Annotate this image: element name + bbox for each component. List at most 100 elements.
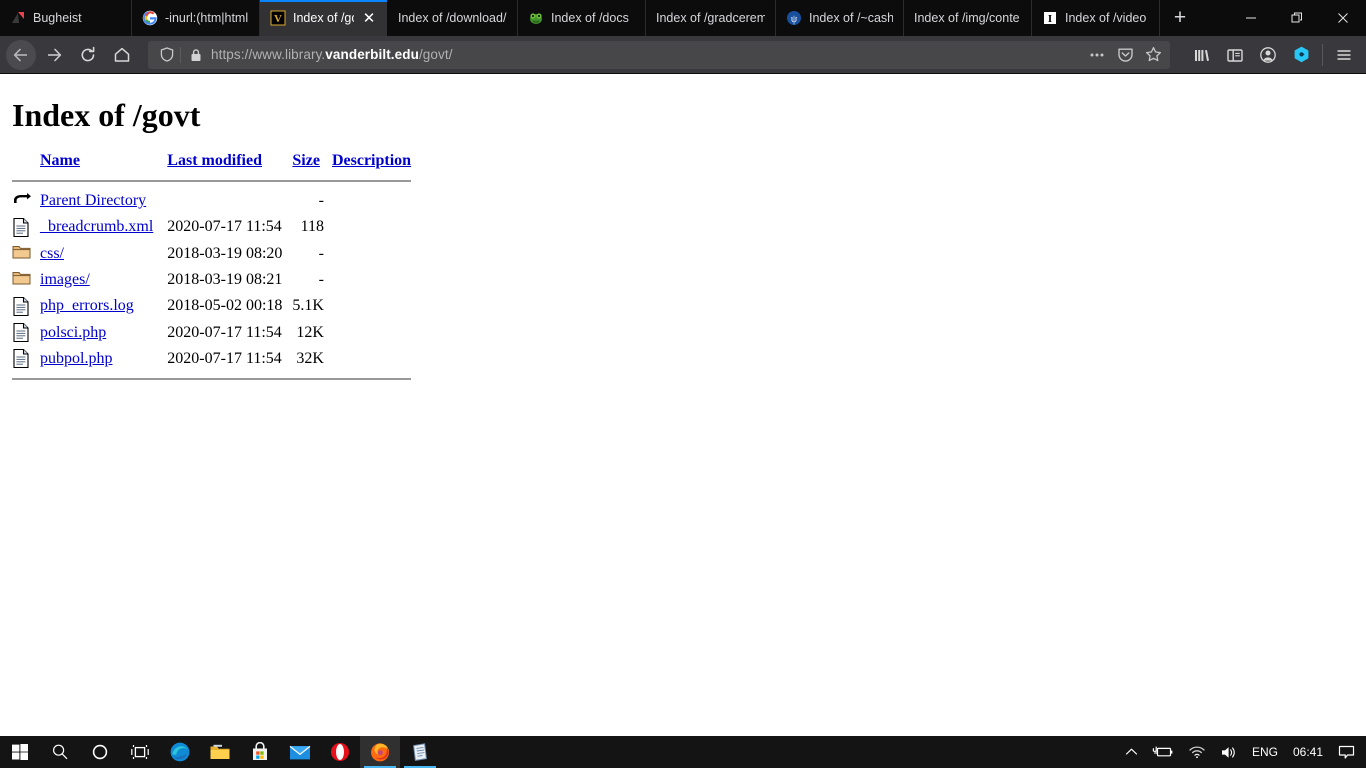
library-icon[interactable] bbox=[1186, 40, 1218, 70]
reload-button[interactable] bbox=[72, 40, 104, 70]
footer-rule bbox=[12, 378, 412, 381]
tab-label: Index of /video bbox=[1065, 11, 1147, 25]
tab-index-of-img-content[interactable]: Index of /img/conte bbox=[904, 0, 1032, 36]
table-row: images/ 2018-03-19 08:21 - bbox=[12, 267, 411, 293]
xml-file-icon bbox=[12, 217, 32, 239]
clock[interactable]: 06:41 bbox=[1285, 736, 1331, 768]
close-button[interactable] bbox=[1320, 0, 1366, 35]
url-bar[interactable]: https://www.library.vanderbilt.edu/govt/ bbox=[148, 40, 1170, 69]
tracking-protection-shield-icon[interactable] bbox=[156, 47, 178, 62]
row-size-cell: 5.1K bbox=[292, 297, 324, 315]
table-row: css/ 2018-03-19 08:20 - bbox=[12, 241, 411, 267]
edge-button[interactable] bbox=[160, 736, 200, 768]
bugheist-logo-icon bbox=[10, 10, 26, 26]
forward-button[interactable] bbox=[38, 40, 70, 70]
row-size-cell: - bbox=[318, 270, 324, 288]
bookmark-star-icon[interactable] bbox=[1140, 42, 1166, 68]
tab-label: Index of /gradcerem bbox=[656, 11, 765, 25]
row-size-cell: - bbox=[318, 244, 324, 262]
tab-bugheist[interactable]: Bugheist bbox=[0, 0, 132, 36]
search-button[interactable] bbox=[40, 736, 80, 768]
row-desc-cell bbox=[332, 241, 411, 267]
header-divider-cell bbox=[12, 174, 412, 188]
start-button[interactable] bbox=[0, 736, 40, 768]
tab-label: Index of /img/conte bbox=[914, 11, 1020, 25]
file-link[interactable]: Parent Directory bbox=[40, 192, 146, 209]
tab-index-of-download[interactable]: Index of /download/ bbox=[388, 0, 518, 36]
volume-icon[interactable] bbox=[1213, 736, 1245, 768]
pocket-icon[interactable] bbox=[1112, 42, 1138, 68]
home-button[interactable] bbox=[106, 40, 138, 70]
firefox-button[interactable] bbox=[360, 736, 400, 768]
page-actions-icon[interactable] bbox=[1084, 42, 1110, 68]
header-rule bbox=[12, 180, 412, 182]
restore-button[interactable] bbox=[1274, 0, 1320, 35]
row-size-cell: - bbox=[318, 192, 324, 209]
tab-index-of-gradceremony[interactable]: Index of /gradcerem bbox=[646, 0, 776, 36]
sidebar-icon[interactable] bbox=[1219, 40, 1251, 70]
tab-google-search[interactable]: -inurl:(htm|html| bbox=[132, 0, 260, 36]
microsoft-store-button[interactable] bbox=[240, 736, 280, 768]
parent-directory-icon bbox=[12, 190, 32, 212]
notepad-button[interactable] bbox=[400, 736, 440, 768]
sort-by-description-link[interactable]: Description bbox=[332, 152, 411, 169]
row-size-cell: 12K bbox=[296, 323, 324, 341]
tab-label: Index of /~cash/ bbox=[809, 11, 893, 25]
table-row: php_errors.log 2018-05-02 00:18 5.1K bbox=[12, 293, 411, 319]
sort-by-date-link[interactable]: Last modified bbox=[167, 152, 262, 169]
table-row: _breadcrumb.xml 2020-07-17 11:54 118 bbox=[12, 214, 411, 240]
svg-text:V: V bbox=[274, 13, 282, 25]
cortana-button[interactable] bbox=[80, 736, 120, 768]
sort-by-name-link[interactable]: Name bbox=[40, 152, 80, 169]
row-icon-cell bbox=[12, 214, 40, 240]
minimize-button[interactable] bbox=[1228, 0, 1274, 35]
row-desc-cell bbox=[332, 346, 411, 372]
header-divider-row bbox=[12, 174, 412, 188]
file-link[interactable]: css/ bbox=[40, 245, 64, 262]
tab-index-of-docs[interactable]: Index of /docs bbox=[518, 0, 646, 36]
extension-icon[interactable] bbox=[1285, 40, 1317, 70]
column-last-modified: Last modified bbox=[167, 152, 292, 174]
mail-button[interactable] bbox=[280, 736, 320, 768]
log-file-icon bbox=[12, 296, 32, 318]
row-date-cell: 2018-03-19 08:21 bbox=[167, 270, 283, 288]
row-icon-cell bbox=[12, 241, 40, 267]
show-hidden-icons-button[interactable] bbox=[1118, 736, 1145, 768]
lock-icon[interactable] bbox=[186, 48, 206, 62]
tab-index-of-cash[interactable]: ψ Index of /~cash/ bbox=[776, 0, 904, 36]
column-name: Name bbox=[40, 152, 167, 174]
wifi-icon[interactable] bbox=[1181, 736, 1213, 768]
url-prefix: https://www.library. bbox=[211, 47, 326, 62]
row-size-cell: 32K bbox=[296, 349, 324, 367]
new-tab-button[interactable]: + bbox=[1160, 0, 1200, 35]
account-icon[interactable] bbox=[1252, 40, 1284, 70]
file-link[interactable]: _breadcrumb.xml bbox=[40, 218, 153, 235]
folder-icon bbox=[12, 243, 32, 265]
language-indicator[interactable]: ENG bbox=[1245, 736, 1285, 768]
file-link[interactable]: images/ bbox=[40, 271, 90, 288]
row-name-cell: polsci.php bbox=[40, 320, 167, 346]
hamburger-menu-icon[interactable] bbox=[1328, 40, 1360, 70]
row-icon-cell bbox=[12, 188, 40, 214]
opera-button[interactable] bbox=[320, 736, 360, 768]
row-desc-cell bbox=[332, 188, 411, 214]
row-desc-cell bbox=[332, 293, 411, 319]
close-icon[interactable]: ✕ bbox=[361, 10, 377, 26]
table-row: Parent Directory - bbox=[12, 188, 411, 214]
notifications-icon[interactable] bbox=[1331, 736, 1362, 768]
file-link[interactable]: pubpol.php bbox=[40, 350, 112, 367]
back-button[interactable] bbox=[6, 39, 36, 70]
task-view-button[interactable] bbox=[120, 736, 160, 768]
battery-charging-icon[interactable] bbox=[1145, 736, 1181, 768]
tab-index-of-video[interactable]: I Index of /video bbox=[1032, 0, 1160, 36]
url-text[interactable]: https://www.library.vanderbilt.edu/govt/ bbox=[206, 47, 1084, 62]
tab-index-of-govt[interactable]: V Index of /go ✕ bbox=[260, 0, 388, 36]
tab-label: Bugheist bbox=[33, 11, 82, 25]
row-icon-cell bbox=[12, 267, 40, 293]
sort-by-size-link[interactable]: Size bbox=[292, 152, 320, 169]
file-link[interactable]: php_errors.log bbox=[40, 297, 134, 314]
file-explorer-button[interactable] bbox=[200, 736, 240, 768]
row-name-cell: css/ bbox=[40, 241, 167, 267]
file-link[interactable]: polsci.php bbox=[40, 324, 106, 341]
row-desc-cell bbox=[332, 320, 411, 346]
